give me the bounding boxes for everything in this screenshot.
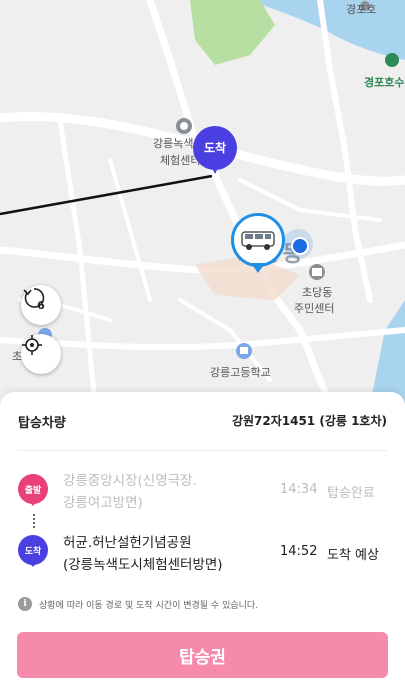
departure-badge-tail [27, 499, 39, 506]
bus-marker[interactable] [231, 213, 287, 275]
refresh-count: 6 [37, 298, 45, 312]
arrival-pin-label: 도착 [203, 141, 227, 155]
bus-marker-tail [251, 263, 265, 273]
current-location-dot [283, 229, 313, 259]
notice-text: 상황에 따라 이동 경로 및 도착 시간이 변경될 수 있습니다. [39, 600, 259, 611]
arrival-badge-tail [27, 560, 39, 567]
arrival-stop-name-line2: (강릉녹색도시체험센터방면) [63, 557, 223, 573]
arrival-pin[interactable]: 도착 [193, 126, 237, 178]
arrival-status: 도착 예상 [327, 548, 379, 563]
bus-marker-circle [231, 213, 285, 267]
info-icon: i [18, 597, 32, 611]
departure-stop-name: 강릉중앙시장(신영극장. 강릉여고방면) [63, 470, 278, 514]
map-label-lake-park: 경포호수 [364, 76, 405, 89]
arrival-badge-label: 도착 [24, 546, 42, 557]
vehicle-row: 탑승차량 강원72자1451 (강릉 1호차) [18, 412, 387, 431]
map-label-high-school: 강릉고등학교 [210, 366, 271, 379]
departure-badge-label: 출발 [24, 485, 42, 496]
arrival-stop-name-line1: 허균.허난설헌기념공원 [63, 535, 192, 551]
vehicle-plate: 강원72자1451 (강릉 1호차) [231, 414, 387, 428]
route-connector [33, 514, 35, 528]
departure-time: 14:34 [280, 482, 318, 497]
van-icon [241, 231, 275, 250]
vehicle-title: 탑승차량 [18, 416, 66, 431]
map-canvas [0, 0, 405, 405]
arrival-badge: 도착 [18, 535, 48, 567]
departure-badge: 출발 [18, 474, 48, 506]
my-location-button[interactable] [21, 334, 61, 374]
map-view[interactable]: 경포호 경포호수 강릉녹색 체험센터 초당동 초당동 주민센터 강릉고등학교 초… [0, 0, 405, 405]
map-label-community-line2: 주민센터 [294, 302, 335, 315]
crosshair-icon [22, 335, 42, 355]
refresh-history-button[interactable]: 6 [21, 285, 61, 325]
ride-info-panel: 탑승차량 강원72자1451 (강릉 1호차) 출발 강릉중앙시장(신영극장. … [0, 392, 405, 695]
departure-status: 탑승완료 [327, 486, 375, 501]
departure-stop-name-line1: 강릉중앙시장(신영극장. [63, 473, 197, 489]
notice: i 상황에 따라 이동 경로 및 도착 시간이 변경될 수 있습니다. [18, 597, 258, 611]
arrival-time: 14:52 [280, 544, 318, 559]
map-label-community-line1: 초당동 [302, 286, 333, 299]
arrival-pin-tail [208, 160, 222, 174]
arrival-stop-name: 허균.허난설헌기념공원 (강릉녹색도시체험센터방면) [63, 532, 278, 576]
map-label-center-line1: 강릉녹색 [153, 137, 194, 150]
departure-stop-name-line2: 강릉여고방면) [63, 495, 143, 511]
ticket-button[interactable]: 탑승권 [17, 632, 388, 678]
map-label-lake: 경포호 [346, 3, 377, 16]
divider [18, 450, 387, 451]
